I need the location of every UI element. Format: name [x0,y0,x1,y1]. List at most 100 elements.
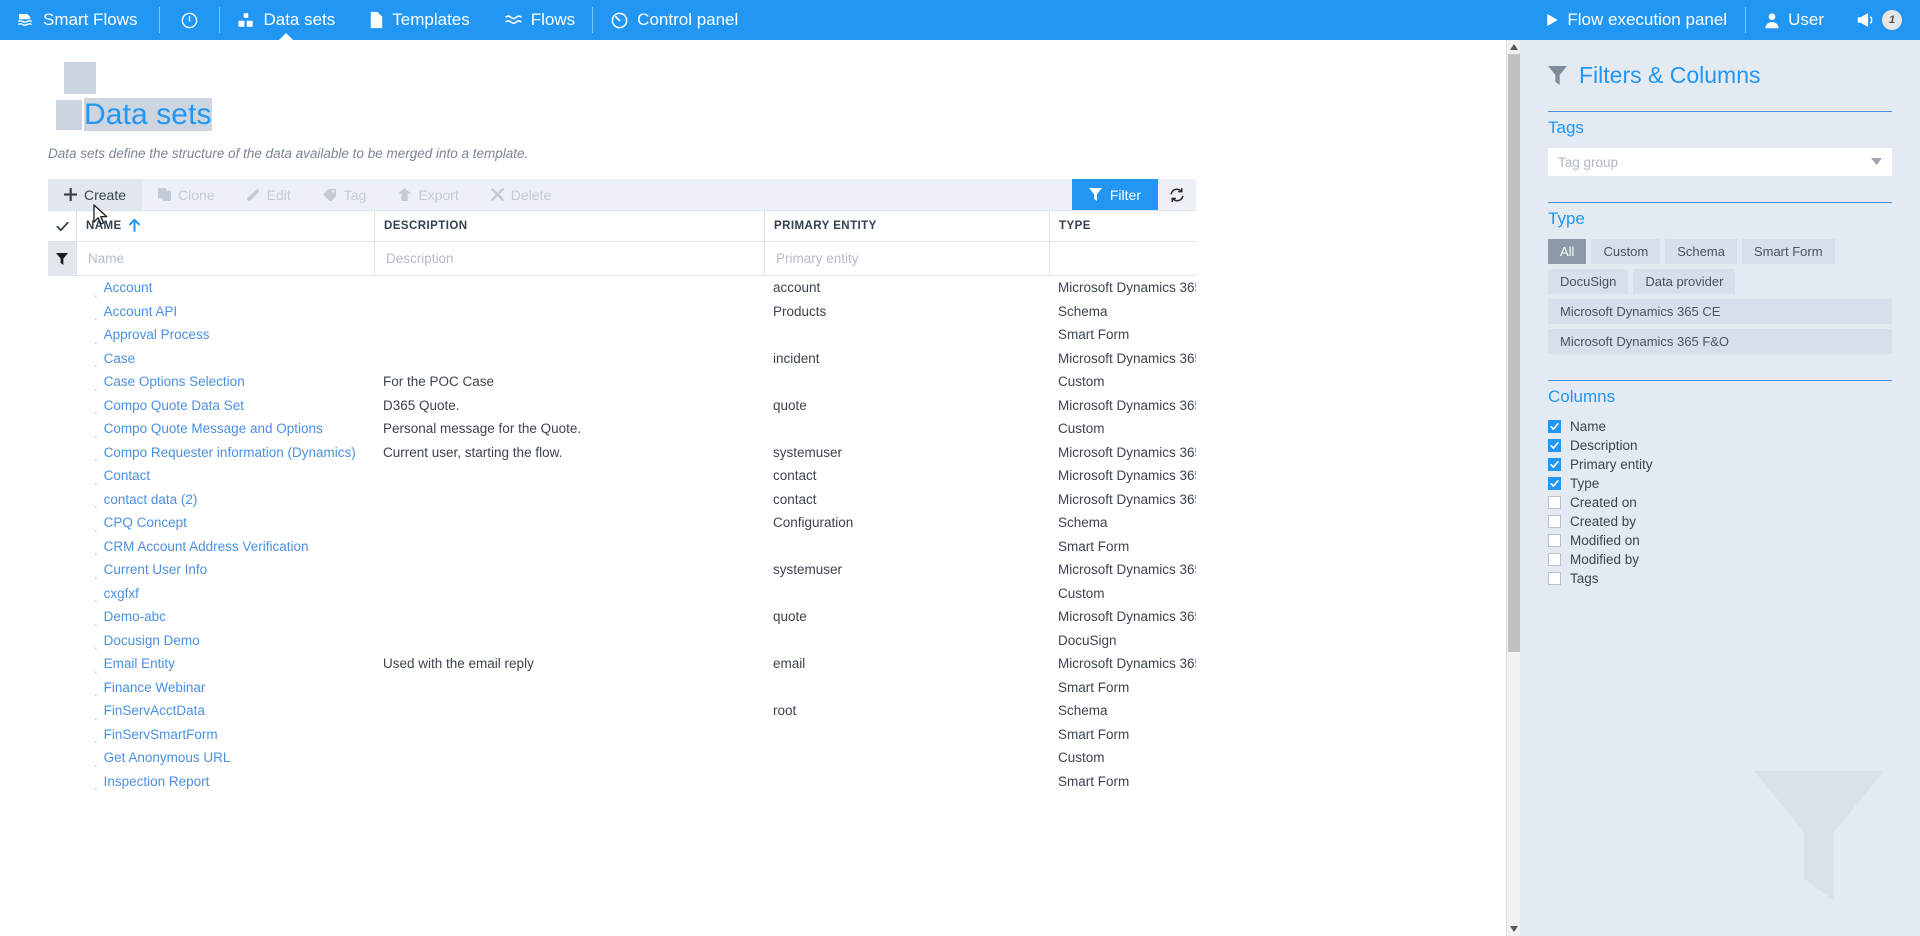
notifications-button[interactable]: 1 [1842,10,1920,30]
row-select-checkbox[interactable] [48,770,76,794]
checkbox-unchecked-icon[interactable] [1548,572,1561,585]
row-name-link[interactable]: Inspection Report [104,774,210,789]
filter-input-type[interactable] [1059,250,1187,267]
table-row[interactable]: .contact data (2)contactMicrosoft Dynami… [48,488,1196,512]
row-name-link[interactable]: Account [104,280,153,295]
table-row[interactable]: .Docusign DemoDocuSign [48,629,1196,653]
table-row[interactable]: .Compo Quote Message and OptionsPersonal… [48,417,1196,441]
column-toggle-item[interactable]: Name [1548,417,1892,436]
table-row[interactable]: .Approval ProcessSmart Form [48,323,1196,347]
row-select-checkbox[interactable] [48,746,76,770]
type-chip[interactable]: Data provider [1633,269,1735,294]
row-name-link[interactable]: Current User Info [104,562,208,577]
type-chip[interactable]: Schema [1665,239,1737,264]
checkbox-unchecked-icon[interactable] [1548,515,1561,528]
recent-clock-button[interactable] [160,0,219,40]
filter-input-name[interactable] [86,250,365,267]
scroll-down-arrow[interactable] [1507,922,1520,936]
column-header-primary-entity[interactable]: Primary entity [764,211,1049,241]
row-select-checkbox[interactable] [48,300,76,324]
row-name-link[interactable]: Compo Quote Message and Options [104,421,323,436]
row-name-link[interactable]: Case [104,351,136,366]
table-row[interactable]: .Account APIProductsSchema [48,300,1196,324]
type-chip[interactable]: Custom [1591,239,1660,264]
row-name-link[interactable]: Account API [104,304,178,319]
checkbox-unchecked-icon[interactable] [1548,534,1561,547]
nav-item-flows[interactable]: Flows [487,0,592,40]
column-toggle-item[interactable]: Created by [1548,512,1892,531]
user-menu-button[interactable]: User [1746,0,1842,40]
row-select-checkbox[interactable] [48,582,76,606]
vertical-scrollbar[interactable] [1506,40,1520,936]
checkbox-checked-icon[interactable] [1548,458,1561,471]
table-row[interactable]: .Finance WebinarSmart Form [48,676,1196,700]
checkbox-checked-icon[interactable] [1548,420,1561,433]
row-select-checkbox[interactable] [48,652,76,676]
table-row[interactable]: .CaseincidentMicrosoft Dynamics 365 CE [48,347,1196,371]
type-chip[interactable]: Microsoft Dynamics 365 F&O [1548,329,1892,354]
row-name-link[interactable]: CRM Account Address Verification [104,539,309,554]
flow-execution-panel-button[interactable]: Flow execution panel [1528,0,1745,40]
column-header-name[interactable]: Name [76,211,374,241]
row-name-link[interactable]: cxgfxf [104,586,139,601]
filter-cell-type[interactable] [1049,242,1196,275]
filter-cell-name[interactable] [76,242,374,275]
row-select-checkbox[interactable] [48,347,76,371]
column-toggle-item[interactable]: Modified by [1548,550,1892,569]
row-select-checkbox[interactable] [48,323,76,347]
nav-item-data-sets[interactable]: Data sets [220,0,352,40]
column-toggle-item[interactable]: Type [1548,474,1892,493]
row-name-link[interactable]: Finance Webinar [104,680,206,695]
table-row[interactable]: .cxgfxfCustom [48,582,1196,606]
row-name-link[interactable]: FinServAcctData [104,703,205,718]
filter-input-description[interactable] [384,250,755,267]
edit-button[interactable]: Edit [231,179,307,210]
row-name-link[interactable]: Contact [104,468,151,483]
filter-cell-description[interactable] [374,242,764,275]
row-select-checkbox[interactable] [48,605,76,629]
filter-toggle-button[interactable] [48,242,76,275]
row-select-checkbox[interactable] [48,699,76,723]
table-row[interactable]: .CPQ ConceptConfigurationSchema [48,511,1196,535]
checkbox-unchecked-icon[interactable] [1548,553,1561,566]
table-row[interactable]: .Compo Requester information (Dynamics)C… [48,441,1196,465]
row-select-checkbox[interactable] [48,511,76,535]
table-row[interactable]: .ContactcontactMicrosoft Dynamics 365 CE [48,464,1196,488]
table-row[interactable]: .Current User InfosystemuserMicrosoft Dy… [48,558,1196,582]
row-select-checkbox[interactable] [48,676,76,700]
filter-button[interactable]: Filter [1072,179,1158,210]
column-toggle-item[interactable]: Primary entity [1548,455,1892,474]
refresh-button[interactable] [1158,179,1196,210]
row-select-checkbox[interactable] [48,535,76,559]
row-select-checkbox[interactable] [48,558,76,582]
table-row[interactable]: .FinServAcctDatarootSchema [48,699,1196,723]
table-row[interactable]: .FinServSmartFormSmart Form [48,723,1196,747]
type-chip[interactable]: All [1548,239,1586,264]
select-all-checkbox[interactable] [48,211,76,241]
scrollbar-thumb[interactable] [1508,54,1520,652]
row-name-link[interactable]: Case Options Selection [104,374,245,389]
filter-input-primary-entity[interactable] [774,250,1040,267]
scroll-up-arrow[interactable] [1507,40,1520,54]
row-select-checkbox[interactable] [48,464,76,488]
column-toggle-item[interactable]: Created on [1548,493,1892,512]
checkbox-checked-icon[interactable] [1548,477,1561,490]
nav-item-control-panel[interactable]: Control panel [593,0,755,40]
checkbox-checked-icon[interactable] [1548,439,1561,452]
row-name-link[interactable]: Compo Requester information (Dynamics) [104,445,356,460]
table-row[interactable]: .Email EntityUsed with the email replyem… [48,652,1196,676]
delete-button[interactable]: Delete [475,179,567,210]
column-header-type[interactable]: Type [1049,211,1196,241]
table-row[interactable]: .CRM Account Address VerificationSmart F… [48,535,1196,559]
row-select-checkbox[interactable] [48,723,76,747]
table-row[interactable]: .Case Options SelectionFor the POC CaseC… [48,370,1196,394]
row-name-link[interactable]: Demo-abc [104,609,166,624]
row-name-link[interactable]: Email Entity [104,656,175,671]
row-name-link[interactable]: Get Anonymous URL [104,750,231,765]
type-chip[interactable]: Smart Form [1742,239,1835,264]
create-button[interactable]: Create [48,179,142,210]
row-name-link[interactable]: Compo Quote Data Set [104,398,244,413]
column-toggle-item[interactable]: Tags [1548,569,1892,588]
row-name-link[interactable]: Docusign Demo [104,633,200,648]
row-select-checkbox[interactable] [48,629,76,653]
